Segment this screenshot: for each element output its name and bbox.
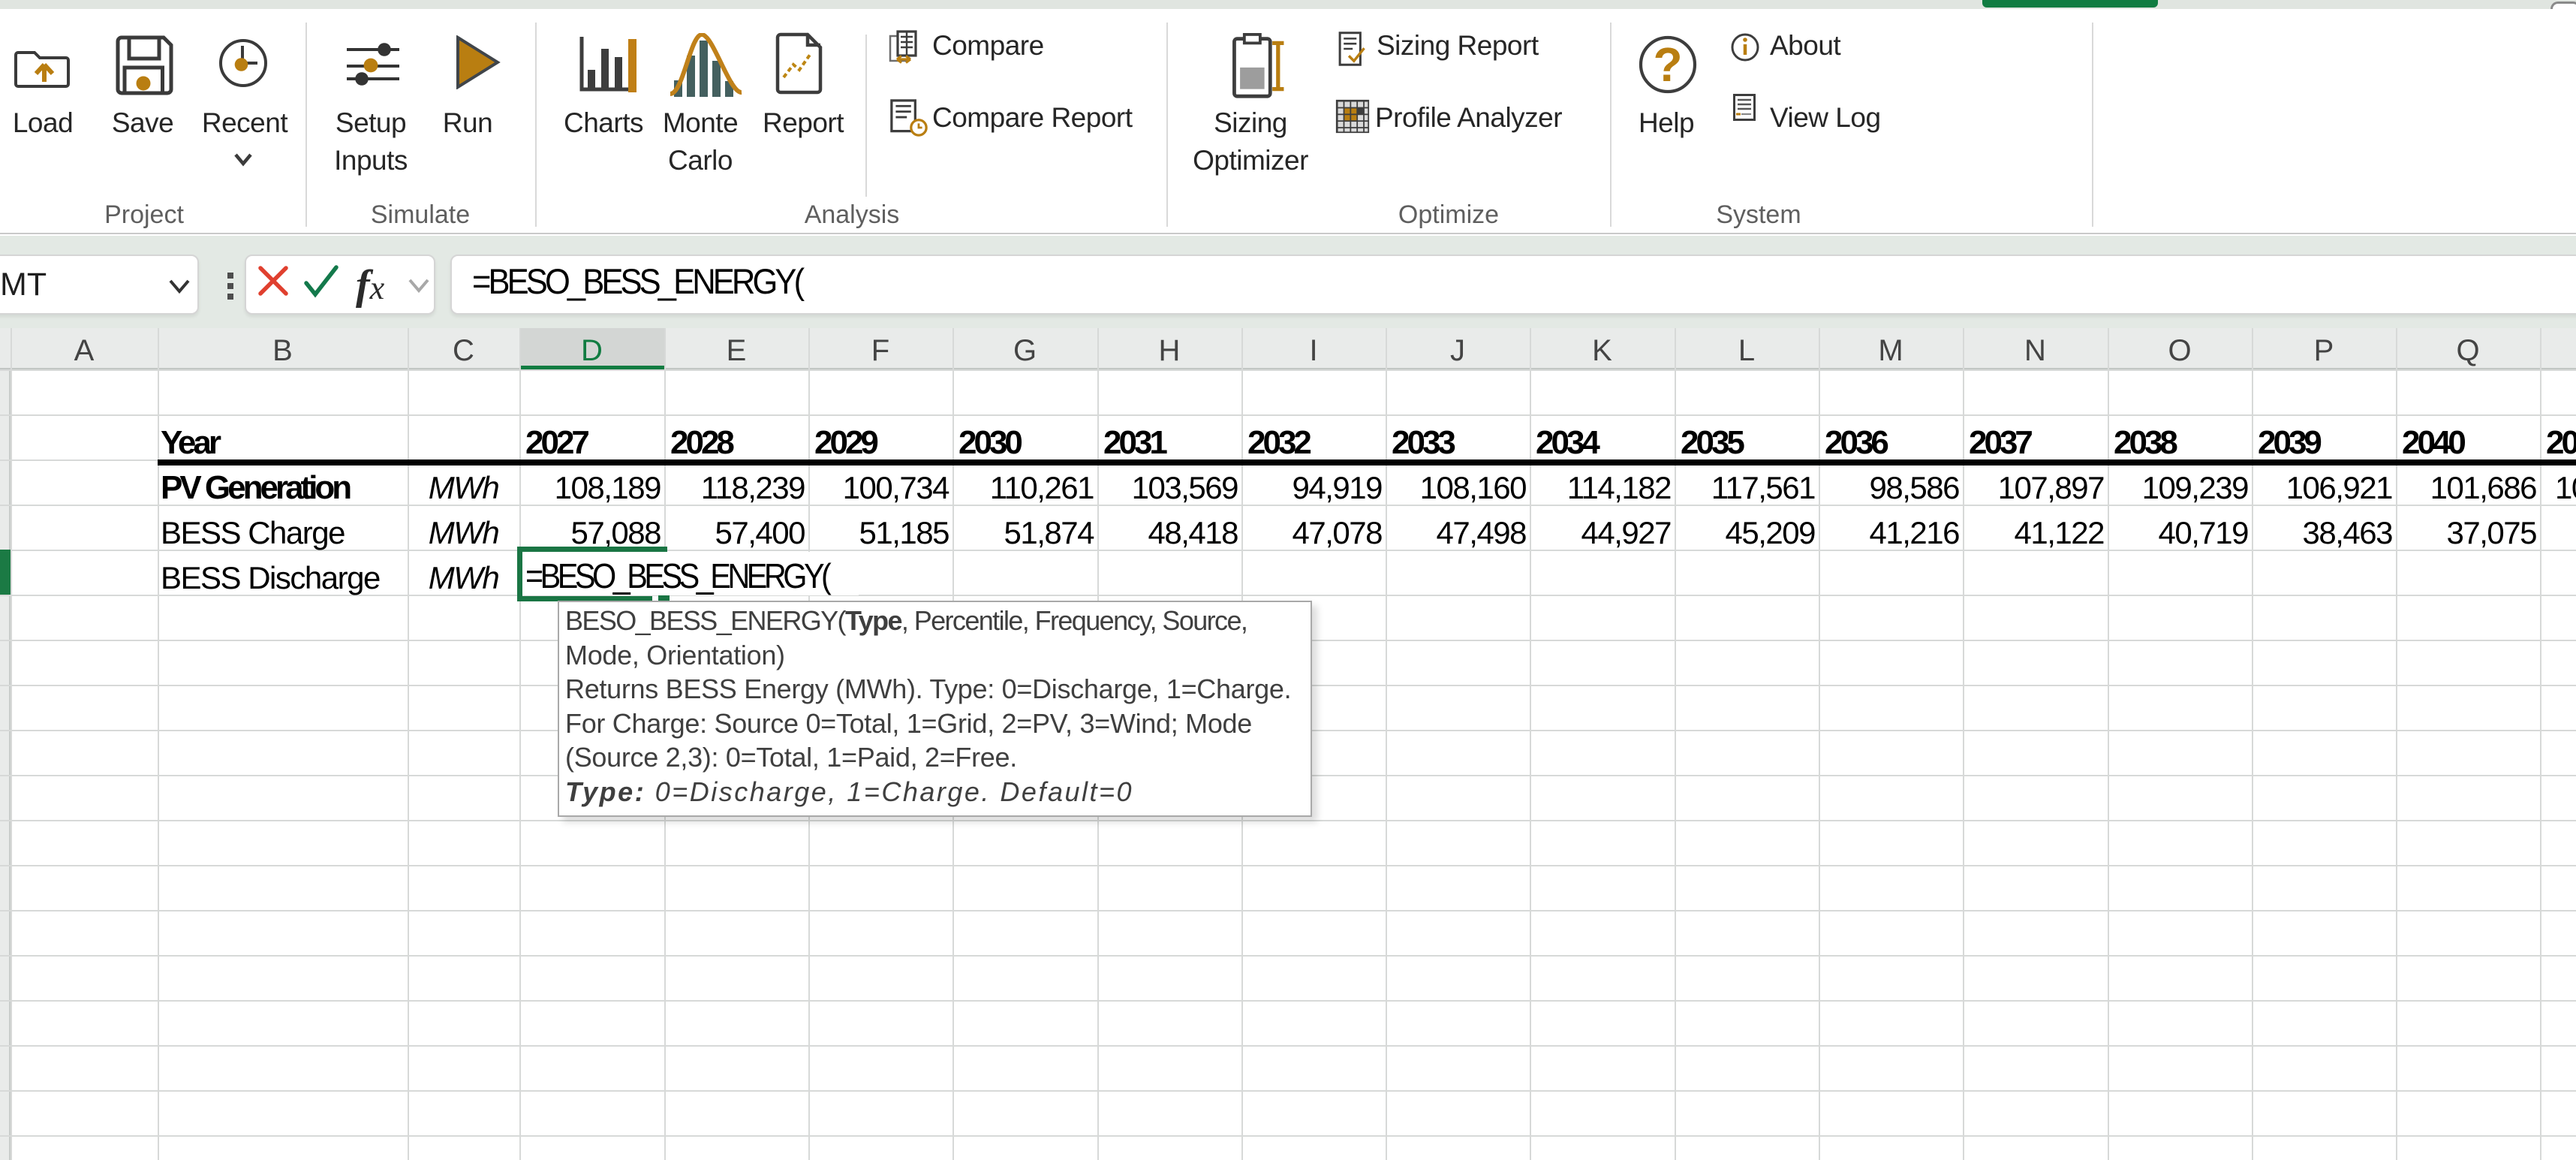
svg-text:?: ? xyxy=(1653,38,1682,92)
